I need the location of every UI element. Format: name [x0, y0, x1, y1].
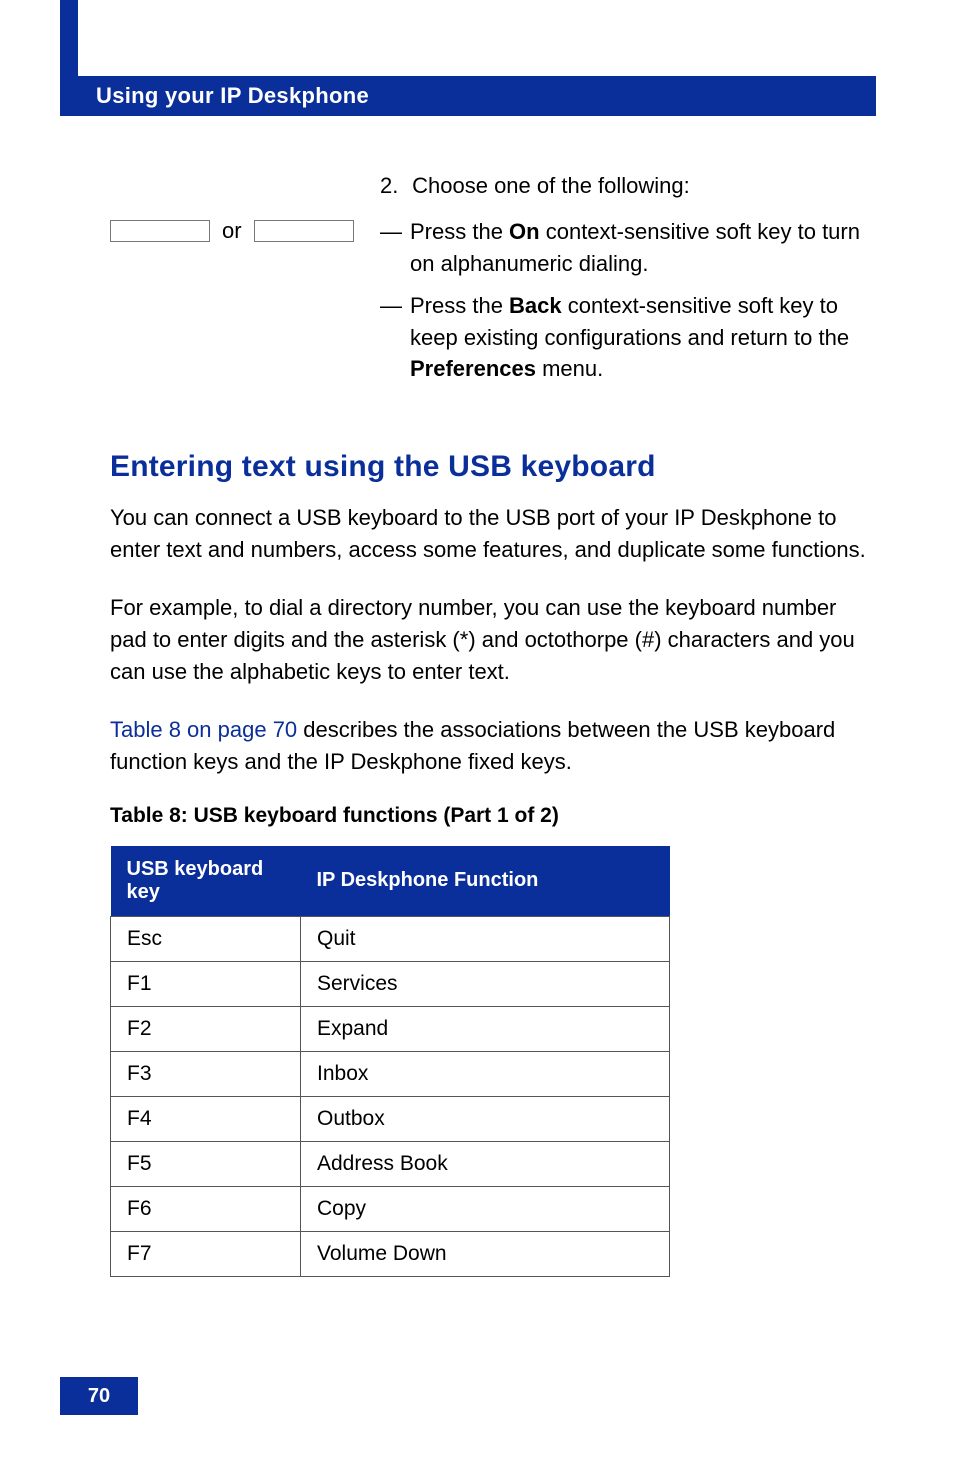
step-sub-item-on: —Press the On context-sensitive soft key… [380, 216, 876, 280]
table-row: F5Address Book [111, 1141, 670, 1186]
header-title: Using your IP Deskphone [60, 83, 369, 109]
step-instruction: Choose one of the following: [412, 173, 690, 198]
table-header-col2: IP Deskphone Function [301, 846, 670, 917]
table-row: F6Copy [111, 1186, 670, 1231]
table-header-col1: USB keyboard key [111, 846, 301, 917]
sub1-keyname: On [509, 219, 540, 244]
table-title: Table 8: USB keyboard functions (Part 1 … [110, 804, 876, 828]
dash-icon: — [380, 216, 410, 248]
table-cell-key: F6 [111, 1186, 301, 1231]
table-row: F1Services [111, 961, 670, 1006]
step-sub-item-back: —Press the Back context-sensitive soft k… [380, 290, 876, 386]
header-bar: Using your IP Deskphone [60, 76, 876, 116]
softkey-on-box [110, 220, 210, 242]
sub2-prefix: Press the [410, 293, 509, 318]
table-cell-key: F2 [111, 1006, 301, 1051]
table-header-row: USB keyboard key IP Deskphone Function [111, 846, 670, 917]
or-label: or [222, 218, 242, 244]
table-cell-val: Quit [301, 916, 670, 961]
page-root: Using your IP Deskphone or 2. Choose one… [0, 0, 954, 1475]
table-cell-key: F4 [111, 1096, 301, 1141]
table-cell-val: Services [301, 961, 670, 1006]
table-row: F3Inbox [111, 1051, 670, 1096]
content-area: or 2. Choose one of the following: —Pres… [110, 170, 876, 1277]
table-link[interactable]: Table 8 on page 70 [110, 717, 297, 742]
table-cell-key: F3 [111, 1051, 301, 1096]
table-row: EscQuit [111, 916, 670, 961]
table-cell-val: Outbox [301, 1096, 670, 1141]
table-cell-key: F7 [111, 1231, 301, 1276]
table-cell-val: Copy [301, 1186, 670, 1231]
table-row: F7Volume Down [111, 1231, 670, 1276]
table-cell-key: F1 [111, 961, 301, 1006]
table-cell-key: F5 [111, 1141, 301, 1186]
softkey-illustration: or [110, 170, 380, 244]
table-cell-val: Expand [301, 1006, 670, 1051]
sub1-prefix: Press the [410, 219, 509, 244]
table-row: F2Expand [111, 1006, 670, 1051]
usb-keyboard-table: USB keyboard key IP Deskphone Function E… [110, 846, 670, 1277]
dash-icon: — [380, 290, 410, 322]
step-number: 2. [380, 170, 406, 202]
sub2-keyname: Back [509, 293, 562, 318]
table-cell-key: Esc [111, 916, 301, 961]
table-row: F4Outbox [111, 1096, 670, 1141]
section-heading: Entering text using the USB keyboard [110, 450, 876, 484]
paragraph-2: For example, to dial a directory number,… [110, 592, 876, 688]
step-text: 2. Choose one of the following: —Press t… [380, 170, 876, 395]
table-cell-val: Inbox [301, 1051, 670, 1096]
paragraph-1: You can connect a USB keyboard to the US… [110, 502, 876, 566]
page-number: 70 [60, 1377, 138, 1415]
step-row: or 2. Choose one of the following: —Pres… [110, 170, 876, 395]
table-cell-val: Volume Down [301, 1231, 670, 1276]
paragraph-3: Table 8 on page 70 describes the associa… [110, 714, 876, 778]
step-instruction-line: 2. Choose one of the following: [380, 170, 876, 202]
sub2-menuname: Preferences [410, 356, 536, 381]
table-cell-val: Address Book [301, 1141, 670, 1186]
softkey-back-box [254, 220, 354, 242]
sub2-tail2: menu. [536, 356, 603, 381]
